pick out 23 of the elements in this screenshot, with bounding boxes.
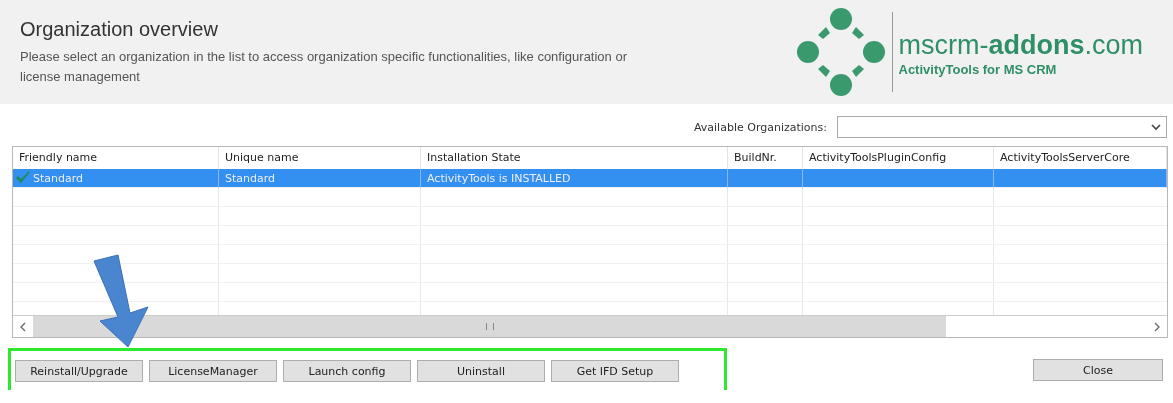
organizations-dropdown[interactable] bbox=[837, 116, 1167, 138]
action-button[interactable]: Launch config bbox=[283, 360, 411, 382]
page-title: Organization overview bbox=[20, 17, 219, 41]
brand-name: mscrm-addons.com bbox=[898, 28, 1143, 62]
page-description: Please select an organization in the list to access organization specific functionalities, like configuration or license management bbox=[20, 47, 628, 86]
organizations-label: Available Organizations: bbox=[693, 120, 827, 134]
brand-tagline: ActivityTools for MS CRM bbox=[898, 61, 1058, 77]
horizontal-scrollbar[interactable] bbox=[13, 315, 1167, 337]
action-button[interactable]: LicenseManager bbox=[149, 360, 277, 382]
column-header[interactable]: BuildNr. bbox=[728, 147, 803, 169]
action-button[interactable]: Reinstall/Upgrade bbox=[15, 360, 143, 382]
column-header[interactable]: ActivityToolsServerCore bbox=[994, 147, 1167, 169]
column-header[interactable]: ActivityToolsPluginConfig bbox=[803, 147, 994, 169]
column-header[interactable]: Friendly name bbox=[13, 147, 219, 169]
action-button[interactable]: Get IFD Setup bbox=[551, 360, 679, 382]
table-cell[interactable] bbox=[728, 169, 803, 188]
column-header[interactable]: Installation State bbox=[421, 147, 728, 169]
table-cell[interactable] bbox=[803, 169, 994, 188]
action-button[interactable]: Uninstall bbox=[417, 360, 545, 382]
column-header[interactable]: Unique name bbox=[219, 147, 421, 169]
table-cell[interactable] bbox=[994, 169, 1167, 188]
chevron-down-icon bbox=[1151, 123, 1161, 131]
close-button[interactable]: Close bbox=[1033, 359, 1163, 381]
